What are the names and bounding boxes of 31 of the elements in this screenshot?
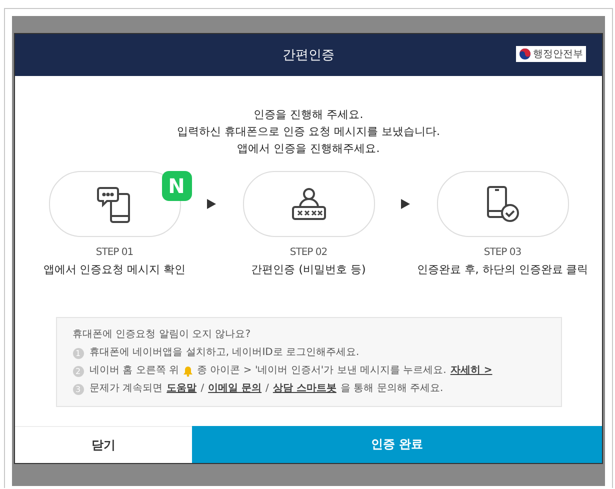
intro-text: 입력하신 휴대폰으로 인증 요청 메시지를 보냈습니다. xyxy=(177,124,440,140)
phone-check-icon xyxy=(486,185,520,223)
taegeuk-icon xyxy=(519,48,531,60)
arrow-icon xyxy=(401,199,410,209)
logo-text: 행정안전부 xyxy=(533,48,583,61)
help-link[interactable]: 상담 스마트봇 xyxy=(272,380,336,398)
bell-icon xyxy=(183,366,194,376)
step-label: 간편인증 (비밀번호 등) xyxy=(251,262,366,277)
step-number: STEP 02 xyxy=(290,247,328,258)
help-text: 을 통해 문의해 주세요. xyxy=(340,382,444,396)
app-badge: N xyxy=(162,171,192,201)
intro-text: 앱에서 인증을 진행해주세요. xyxy=(236,141,381,157)
help-text: 네이버 홈 오른쪽 위 xyxy=(90,364,180,378)
window-title: 간편인증 xyxy=(282,47,334,64)
help-text: / xyxy=(266,382,269,396)
arrow-icon xyxy=(207,199,216,209)
help-text: 종 아이콘 > '네이버 인증서'가 보낸 메시지를 누르세요. xyxy=(197,364,446,378)
intro-text: 인증을 진행해 주세요. xyxy=(252,107,364,123)
help-text: 문제가 계속되면 xyxy=(90,382,163,396)
help-title: 휴대폰에 인증요청 알림이 오지 않나요? xyxy=(72,328,252,342)
step-label: 인증완료 후, 하단의 인증완료 클릭 xyxy=(416,262,588,277)
help-text: 휴대폰에 네이버앱을 설치하고, 네이버ID로 로그인해주세요. xyxy=(90,346,360,360)
phone-message-icon xyxy=(96,184,132,224)
step-number: STEP 03 xyxy=(484,247,522,258)
help-text: / xyxy=(200,382,204,396)
help-link[interactable]: 도움말 xyxy=(166,380,197,398)
step-number: STEP 01 xyxy=(96,247,134,258)
help-link[interactable]: 이메일 문의 xyxy=(208,380,262,398)
step-label: 앱에서 인증요청 메시지 확인 xyxy=(43,262,186,277)
user-password-icon xyxy=(290,187,326,221)
help-link[interactable]: 자세히 > xyxy=(450,362,492,380)
